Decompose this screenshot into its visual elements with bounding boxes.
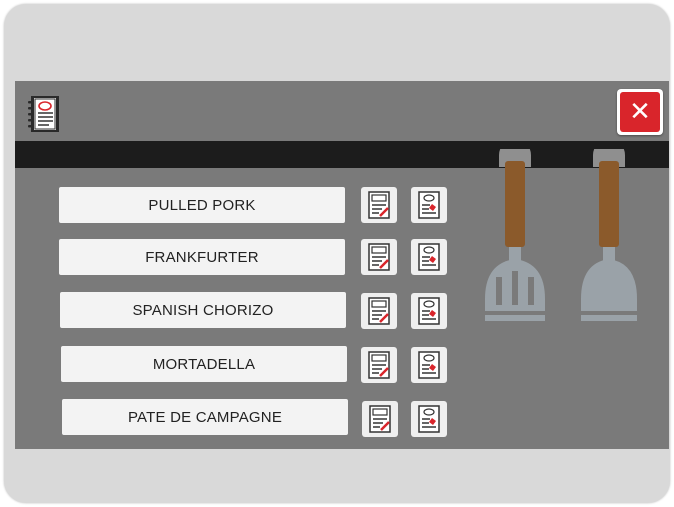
recipe-button-frankfurter[interactable]: FRANKFURTER (59, 239, 345, 275)
edit-recipe-button[interactable] (362, 401, 398, 437)
select-recipe-button[interactable] (411, 401, 447, 437)
recipe-panel: ✕ PULLED PORK FRANKFURTER SPANISH CHORIZ… (15, 81, 669, 449)
select-recipe-button[interactable] (411, 293, 447, 329)
edit-recipe-button[interactable] (361, 187, 397, 223)
select-recipe-button[interactable] (411, 187, 447, 223)
recipe-button-spanish-chorizo[interactable]: SPANISH CHORIZO (60, 292, 346, 328)
edit-document-icon (368, 351, 390, 379)
select-recipe-icon (418, 351, 440, 379)
edit-document-icon (368, 297, 390, 325)
header-bar: ✕ (15, 81, 669, 141)
edit-recipe-button[interactable] (361, 239, 397, 275)
edit-document-icon (368, 243, 390, 271)
recipe-button-pulled-pork[interactable]: PULLED PORK (59, 187, 345, 223)
close-icon-container: ✕ (620, 92, 660, 132)
select-recipe-icon (418, 243, 440, 271)
select-recipe-icon (418, 297, 440, 325)
device-frame: ✕ PULLED PORK FRANKFURTER SPANISH CHORIZ… (4, 4, 670, 503)
select-recipe-button[interactable] (411, 347, 447, 383)
slotted-spatula-icon (485, 149, 545, 321)
select-recipe-button[interactable] (411, 239, 447, 275)
edit-document-icon (368, 191, 390, 219)
edit-recipe-button[interactable] (361, 293, 397, 329)
edit-recipe-button[interactable] (361, 347, 397, 383)
spatula-icon (581, 149, 637, 321)
recipe-button-mortadella[interactable]: MORTADELLA (61, 346, 347, 382)
recipe-book-icon (28, 96, 59, 132)
select-recipe-icon (418, 405, 440, 433)
recipe-button-pate-de-campagne[interactable]: PATE DE CAMPAGNE (62, 399, 348, 435)
utensils-illustration (485, 149, 637, 321)
close-button[interactable]: ✕ (617, 89, 663, 135)
select-recipe-icon (418, 191, 440, 219)
edit-document-icon (369, 405, 391, 433)
close-icon: ✕ (629, 97, 651, 127)
